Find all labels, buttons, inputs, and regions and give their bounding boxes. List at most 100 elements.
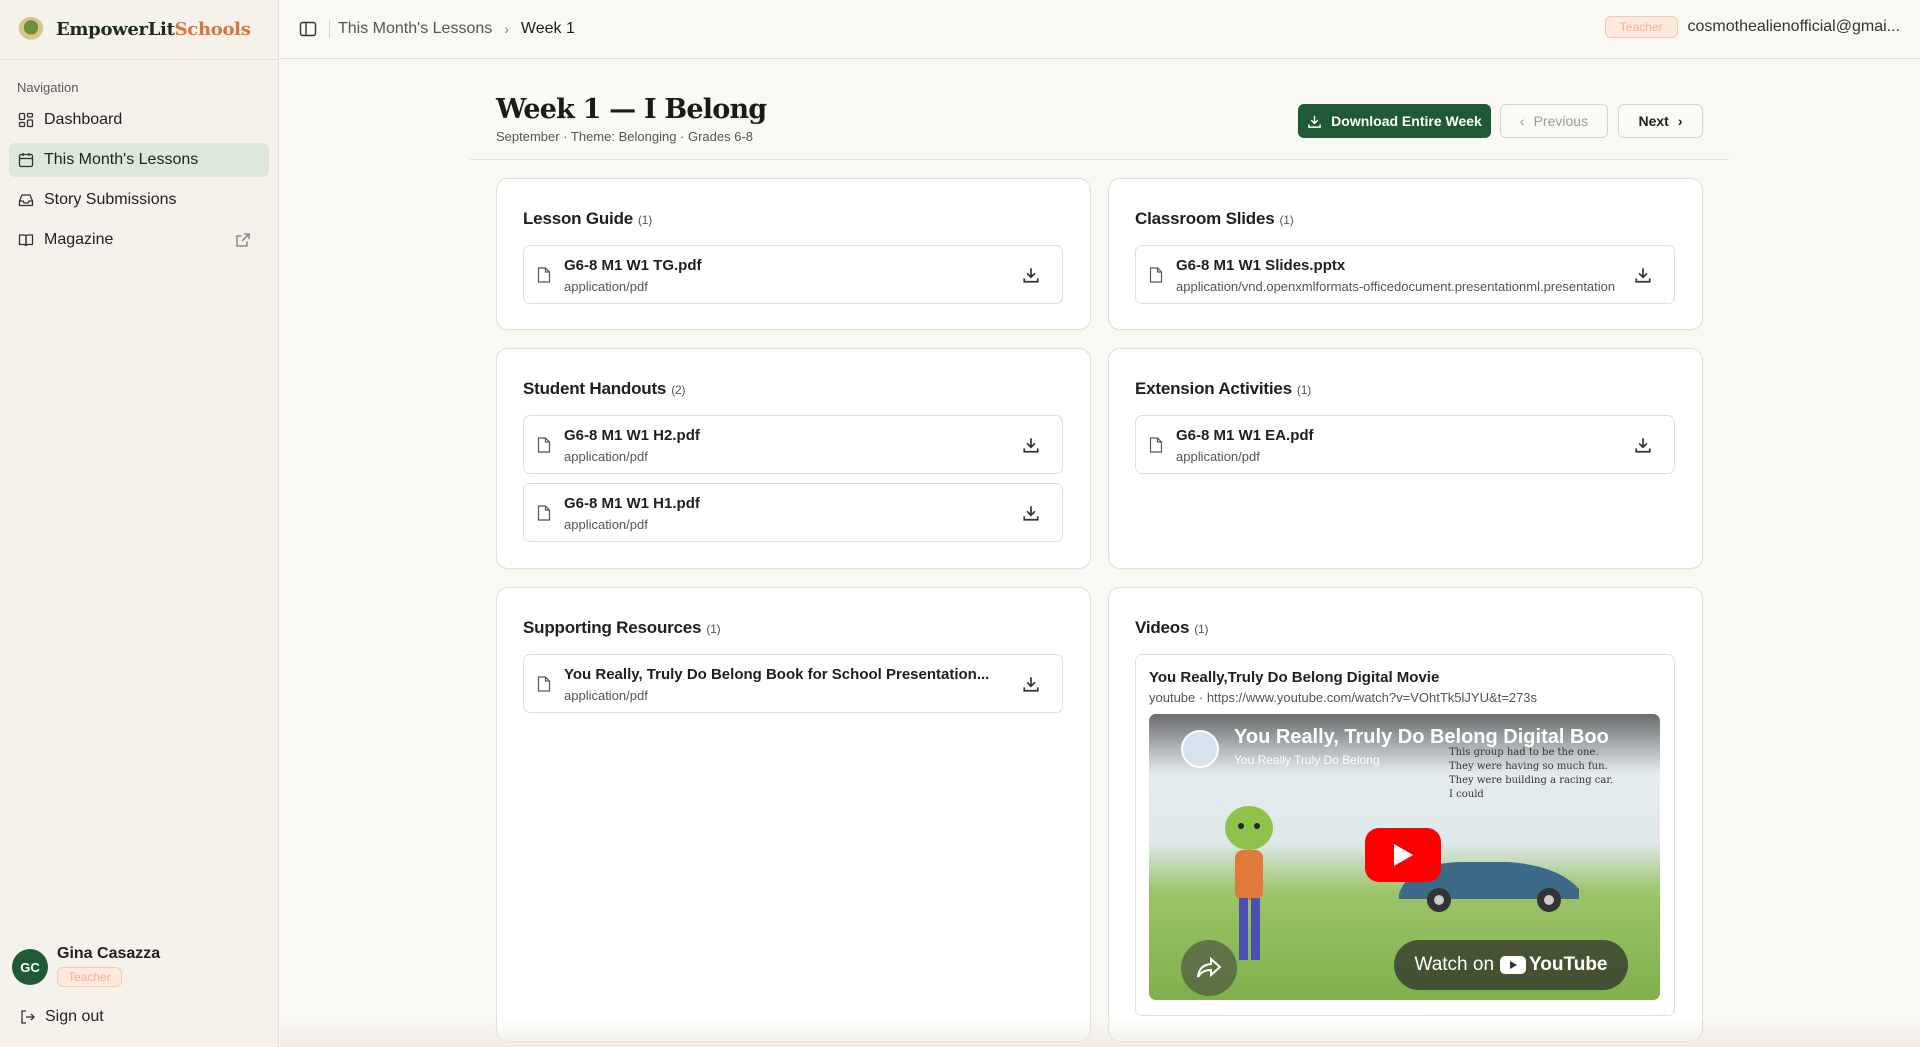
brand[interactable]: EmpowerLitSchools — [0, 0, 278, 60]
brand-name: EmpowerLitSchools — [56, 19, 251, 40]
previous-button[interactable]: ‹ Previous — [1500, 104, 1608, 138]
share-icon — [1197, 957, 1222, 978]
file-icon — [537, 505, 551, 521]
page-subtitle: September · Theme: Belonging · Grades 6-… — [496, 129, 754, 144]
play-icon — [1394, 844, 1413, 866]
video-item: You Really,Truly Do Belong Digital Movie… — [1135, 654, 1675, 1016]
video-meta[interactable]: youtube · https://www.youtube.com/watch?… — [1149, 690, 1537, 705]
chevron-right-icon: › — [504, 21, 509, 37]
sidebar-item-label: Magazine — [44, 231, 114, 248]
video-embed[interactable]: You Really, Truly Do Belong Digital Boo … — [1149, 714, 1660, 1000]
top-bar: This Month's Lessons › Week 1 Teacher co… — [280, 0, 1920, 59]
download-icon[interactable] — [1634, 266, 1652, 284]
download-icon[interactable] — [1634, 436, 1652, 454]
sidebar-item-magazine[interactable]: Magazine — [9, 223, 269, 257]
channel-avatar[interactable] — [1181, 730, 1219, 768]
sidebar-toggle-icon[interactable] — [299, 20, 317, 38]
file-row[interactable]: G6-8 M1 W1 H2.pdf application/pdf — [523, 415, 1063, 474]
card-title: Classroom Slides (1) — [1135, 209, 1294, 228]
supporting-resources-card: Supporting Resources (1) You Really, Trul… — [496, 587, 1091, 1042]
sidebar-item-label: This Month's Lessons — [44, 151, 199, 168]
youtube-label: YouTube — [1529, 954, 1608, 975]
file-icon — [1149, 437, 1163, 453]
file-name: G6-8 M1 W1 H1.pdf — [564, 495, 700, 512]
brand-logo-icon — [18, 16, 44, 43]
file-name: G6-8 M1 W1 Slides.pptx — [1176, 257, 1346, 274]
file-icon — [537, 437, 551, 453]
lesson-guide-card: Lesson Guide (1) G6-8 M1 W1 TG.pdf applic… — [496, 178, 1091, 330]
watch-on-youtube-button[interactable]: Watch on YouTube — [1394, 940, 1628, 990]
sidebar-item-label: Story Submissions — [44, 191, 177, 208]
file-name: G6-8 M1 W1 EA.pdf — [1176, 427, 1314, 444]
card-title: Lesson Guide (1) — [523, 209, 653, 228]
sign-out-label: Sign out — [45, 1008, 104, 1025]
video-channel: You Really Truly Do Belong — [1234, 753, 1380, 767]
watch-on-label: Watch on — [1414, 954, 1495, 975]
page-header: Week 1 — I Belong September · Theme: Bel… — [496, 94, 767, 144]
file-type: application/pdf — [564, 449, 648, 464]
youtube-logo: YouTube — [1500, 954, 1608, 976]
sidebar-item-story-submissions[interactable]: Story Submissions — [9, 183, 269, 217]
file-row[interactable]: G6-8 M1 W1 H1.pdf application/pdf — [523, 483, 1063, 542]
role-badge: Teacher — [1604, 16, 1678, 38]
download-icon[interactable] — [1022, 675, 1040, 693]
file-row[interactable]: G6-8 M1 W1 EA.pdf application/pdf — [1135, 415, 1675, 474]
file-type: application/pdf — [1176, 449, 1260, 464]
sidebar-item-label: Dashboard — [44, 111, 123, 128]
breadcrumb-this-months-lessons[interactable]: This Month's Lessons — [338, 20, 492, 38]
classroom-slides-card: Classroom Slides (1) G6-8 M1 W1 Slides.pp… — [1108, 178, 1703, 330]
file-type: application/pdf — [564, 279, 648, 294]
file-icon — [537, 267, 551, 283]
card-title: Extension Activities (1) — [1135, 379, 1311, 398]
page-title: Week 1 — I Belong — [496, 94, 767, 125]
chevron-right-icon: › — [1677, 113, 1683, 129]
file-row[interactable]: You Really, Truly Do Belong Book for Sch… — [523, 654, 1063, 713]
file-icon — [1149, 267, 1163, 283]
video-title: You Really,Truly Do Belong Digital Movie — [1149, 669, 1440, 686]
card-title: Supporting Resources (1) — [523, 618, 721, 637]
next-button[interactable]: Next › — [1618, 104, 1703, 138]
calendar-icon — [18, 153, 34, 168]
video-caption: This group had to be the one. They were … — [1449, 747, 1614, 800]
file-row[interactable]: G6-8 M1 W1 TG.pdf application/pdf — [523, 245, 1063, 304]
sidebar-item-this-months-lessons[interactable]: This Month's Lessons — [9, 143, 269, 177]
sidebar: EmpowerLitSchools Navigation Dashboard T… — [0, 0, 279, 1047]
file-type: application/pdf — [564, 688, 648, 703]
videos-card: Videos (1) You Really,Truly Do Belong Dig… — [1108, 587, 1703, 1042]
user-email[interactable]: cosmothealienofficial@gmai... — [1688, 18, 1901, 36]
share-button[interactable] — [1181, 940, 1237, 996]
sign-out-button[interactable]: Sign out — [20, 1008, 104, 1026]
file-name: You Really, Truly Do Belong Book for Sch… — [564, 666, 990, 683]
play-button[interactable] — [1365, 828, 1441, 882]
user-profile: GC Gina Casazza Teacher — [12, 945, 160, 987]
file-type: application/vnd.openxmlformats-officedoc… — [1176, 279, 1616, 294]
file-row[interactable]: G6-8 M1 W1 Slides.pptx application/vnd.o… — [1135, 245, 1675, 304]
download-icon[interactable] — [1022, 266, 1040, 284]
alien-character-illustration — [1225, 806, 1273, 960]
chevron-left-icon: ‹ — [1519, 113, 1525, 129]
download-icon[interactable] — [1022, 504, 1040, 522]
avatar: GC — [12, 949, 48, 985]
file-icon — [537, 676, 551, 692]
book-icon — [18, 234, 34, 247]
account-area: Teacher cosmothealienofficial@gmai... — [1604, 16, 1901, 38]
nav-heading: Navigation — [17, 80, 79, 95]
header-divider — [470, 159, 1729, 160]
sidebar-item-dashboard[interactable]: Dashboard — [9, 103, 269, 137]
previous-label: Previous — [1533, 113, 1589, 129]
download-icon[interactable] — [1022, 436, 1040, 454]
file-name: G6-8 M1 W1 H2.pdf — [564, 427, 700, 444]
download-icon — [1308, 115, 1321, 128]
download-entire-week-button[interactable]: Download Entire Week — [1298, 104, 1491, 138]
student-handouts-card: Student Handouts (2) G6-8 M1 W1 H2.pdf ap… — [496, 348, 1091, 569]
divider — [329, 20, 330, 38]
dashboard-icon — [18, 112, 34, 128]
breadcrumb-current: Week 1 — [520, 20, 575, 37]
user-name: Gina Casazza — [57, 945, 161, 962]
role-badge: Teacher — [57, 967, 122, 987]
next-label: Next — [1638, 113, 1669, 129]
sign-out-icon — [21, 1010, 35, 1024]
extension-activities-card: Extension Activities (1) G6-8 M1 W1 EA.pd… — [1108, 348, 1703, 569]
card-title: Videos (1) — [1135, 618, 1209, 637]
download-entire-week-label: Download Entire Week — [1331, 113, 1482, 129]
